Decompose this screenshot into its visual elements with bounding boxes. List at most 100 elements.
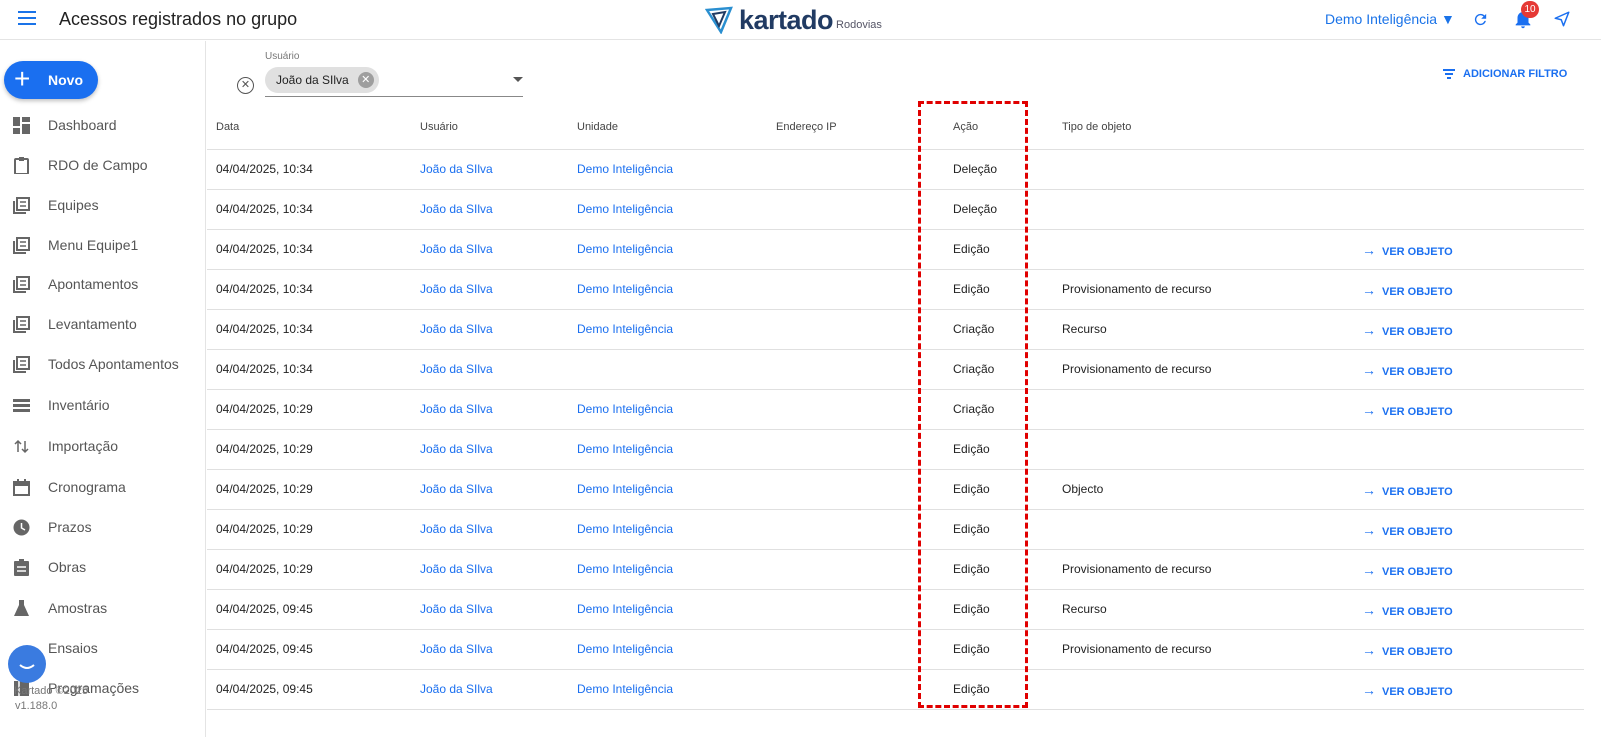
cell-usuario-link[interactable]: João da SIlva bbox=[420, 602, 493, 616]
sidebar-item-inventario[interactable]: Inventário bbox=[0, 385, 205, 425]
cell-data: 04/04/2025, 10:34 bbox=[216, 322, 313, 336]
view-object-label: VER OBJETO bbox=[1382, 606, 1453, 618]
cell-tipo: Provisionamento de recurso bbox=[1062, 282, 1212, 296]
send-icon[interactable] bbox=[1553, 10, 1571, 28]
column-header-ip[interactable]: Endereço IP bbox=[776, 121, 837, 133]
cell-usuario-link[interactable]: João da SIlva bbox=[420, 522, 493, 536]
table-row: 04/04/2025, 10:34 João da SIlva Demo Intel… bbox=[207, 150, 1584, 190]
table-header: Data Usuário Unidade Endereço IP Ação Ti… bbox=[207, 105, 1584, 150]
sidebar-item-levantamento[interactable]: Levantamento bbox=[0, 304, 205, 344]
cell-usuario-link[interactable]: João da SIlva bbox=[420, 162, 493, 176]
cell-usuario-link[interactable]: João da SIlva bbox=[420, 242, 493, 256]
chat-icon[interactable] bbox=[8, 645, 46, 683]
cell-unidade-link[interactable]: Demo Inteligência bbox=[577, 442, 673, 456]
view-object-button[interactable]: → VER OBJETO bbox=[1362, 602, 1453, 618]
cell-unidade-link[interactable]: Demo Inteligência bbox=[577, 642, 673, 656]
add-filter-button[interactable]: ADICIONAR FILTRO bbox=[1443, 68, 1567, 80]
arrow-right-icon: → bbox=[1362, 482, 1376, 498]
cell-unidade-link[interactable]: Demo Inteligência bbox=[577, 482, 673, 496]
cell-usuario-link[interactable]: João da SIlva bbox=[420, 642, 493, 656]
sidebar-item-todos-apontamentos[interactable]: Todos Apontamentos bbox=[0, 344, 205, 384]
sidebar-item-prazos[interactable]: Prazos bbox=[0, 507, 205, 547]
sidebar-item-cronograma[interactable]: Cronograma bbox=[0, 467, 205, 507]
refresh-icon[interactable] bbox=[1472, 11, 1489, 28]
column-header-tipo[interactable]: Tipo de objeto bbox=[1062, 121, 1131, 133]
cell-unidade-link[interactable]: Demo Inteligência bbox=[577, 602, 673, 616]
view-object-label: VER OBJETO bbox=[1382, 246, 1453, 258]
view-object-button[interactable]: → VER OBJETO bbox=[1362, 642, 1453, 658]
cell-unidade-link[interactable]: Demo Inteligência bbox=[577, 202, 673, 216]
cell-acao: Criação bbox=[953, 322, 995, 336]
cell-acao: Edição bbox=[953, 682, 990, 696]
view-object-button[interactable]: → VER OBJETO bbox=[1362, 682, 1453, 698]
sidebar-item-label: Inventário bbox=[48, 397, 110, 413]
column-header-data[interactable]: Data bbox=[216, 121, 239, 133]
view-object-button[interactable]: → VER OBJETO bbox=[1362, 242, 1453, 258]
view-object-label: VER OBJETO bbox=[1382, 486, 1453, 498]
cell-usuario-link[interactable]: João da SIlva bbox=[420, 682, 493, 696]
cell-unidade-link[interactable]: Demo Inteligência bbox=[577, 522, 673, 536]
list-icon bbox=[13, 276, 30, 293]
cell-usuario-link[interactable]: João da SIlva bbox=[420, 482, 493, 496]
cell-tipo: Objecto bbox=[1062, 482, 1104, 496]
chip-remove-icon[interactable]: ✕ bbox=[357, 72, 374, 88]
column-header-unidade[interactable]: Unidade bbox=[577, 121, 618, 133]
view-object-button[interactable]: → VER OBJETO bbox=[1362, 482, 1453, 498]
cell-unidade-link[interactable]: Demo Inteligência bbox=[577, 322, 673, 336]
cell-usuario-link[interactable]: João da SIlva bbox=[420, 362, 493, 376]
cell-unidade-link[interactable]: Demo Inteligência bbox=[577, 282, 673, 296]
sidebar-item-rdo-de-campo[interactable]: RDO de Campo bbox=[0, 145, 205, 185]
clear-filter-icon[interactable]: ✕ bbox=[237, 77, 254, 94]
cell-unidade-link[interactable]: Demo Inteligência bbox=[577, 682, 673, 696]
cell-unidade-link[interactable]: Demo Inteligência bbox=[577, 562, 673, 576]
table-row: 04/04/2025, 10:29 João da SIlva Demo Intel… bbox=[207, 390, 1584, 430]
cell-unidade-link[interactable]: Demo Inteligência bbox=[577, 242, 673, 256]
sidebar-item-label: Cronograma bbox=[48, 479, 126, 495]
filter-label: Usuário bbox=[265, 51, 300, 62]
column-header-usuario[interactable]: Usuário bbox=[420, 121, 458, 133]
new-button[interactable]: + Novo bbox=[4, 61, 98, 99]
sidebar-item-menu-equipe1[interactable]: Menu Equipe1 bbox=[0, 225, 205, 265]
view-object-button[interactable]: → VER OBJETO bbox=[1362, 402, 1453, 418]
view-object-button[interactable]: → VER OBJETO bbox=[1362, 562, 1453, 578]
view-object-label: VER OBJETO bbox=[1382, 646, 1453, 658]
view-object-button[interactable]: → VER OBJETO bbox=[1362, 522, 1453, 538]
view-object-button[interactable]: → VER OBJETO bbox=[1362, 362, 1453, 378]
sidebar-item-equipes[interactable]: Equipes bbox=[0, 185, 205, 225]
cell-acao: Edição bbox=[953, 442, 990, 456]
cell-usuario-link[interactable]: João da SIlva bbox=[420, 442, 493, 456]
sidebar: + Novo Dashboard RDO de Campo Equipes Menu … bbox=[0, 41, 206, 737]
sidebar-item-obras[interactable]: Obras bbox=[0, 547, 205, 587]
sidebar-item-dashboard[interactable]: Dashboard bbox=[0, 105, 205, 145]
cell-usuario-link[interactable]: João da SIlva bbox=[420, 562, 493, 576]
cell-usuario-link[interactable]: João da SIlva bbox=[420, 402, 493, 416]
arrow-right-icon: → bbox=[1362, 242, 1376, 258]
cell-data: 04/04/2025, 10:29 bbox=[216, 402, 313, 416]
cell-unidade-link[interactable]: Demo Inteligência bbox=[577, 402, 673, 416]
clipboard-icon bbox=[13, 157, 30, 175]
cell-usuario-link[interactable]: João da SIlva bbox=[420, 202, 493, 216]
cell-acao: Edição bbox=[953, 562, 990, 576]
dropdown-caret-icon[interactable] bbox=[513, 77, 523, 82]
sidebar-item-importacao[interactable]: Importação bbox=[0, 426, 205, 466]
menu-icon[interactable] bbox=[18, 11, 36, 27]
group-select[interactable]: Demo Inteligência ▼ bbox=[1325, 11, 1455, 27]
arrow-right-icon: → bbox=[1362, 682, 1376, 698]
table-row: 04/04/2025, 10:34 João da SIlva Demo Intel… bbox=[207, 190, 1584, 230]
filter-chip: João da SIlva ✕ bbox=[265, 67, 379, 93]
view-object-label: VER OBJETO bbox=[1382, 286, 1453, 298]
cell-data: 04/04/2025, 09:45 bbox=[216, 602, 313, 616]
sidebar-item-label: Menu Equipe1 bbox=[48, 237, 139, 253]
view-object-label: VER OBJETO bbox=[1382, 526, 1453, 538]
view-object-button[interactable]: → VER OBJETO bbox=[1362, 282, 1453, 298]
cell-unidade-link[interactable]: Demo Inteligência bbox=[577, 162, 673, 176]
cell-acao: Edição bbox=[953, 602, 990, 616]
user-filter-select[interactable]: João da SIlva ✕ bbox=[265, 67, 523, 97]
cell-usuario-link[interactable]: João da SIlva bbox=[420, 322, 493, 336]
sidebar-item-apontamentos[interactable]: Apontamentos bbox=[0, 264, 205, 304]
cell-data: 04/04/2025, 10:34 bbox=[216, 202, 313, 216]
view-object-button[interactable]: → VER OBJETO bbox=[1362, 322, 1453, 338]
sidebar-item-amostras[interactable]: Amostras bbox=[0, 588, 205, 628]
column-header-acao[interactable]: Ação bbox=[953, 121, 978, 133]
cell-usuario-link[interactable]: João da SIlva bbox=[420, 282, 493, 296]
